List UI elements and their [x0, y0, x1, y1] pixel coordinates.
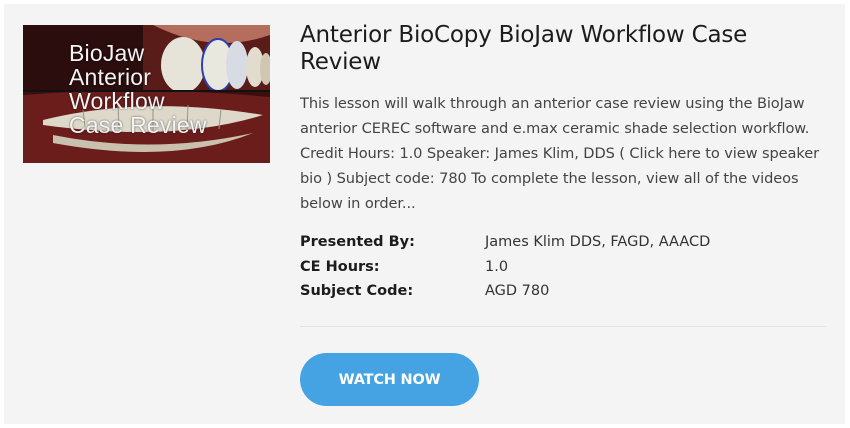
meta-value-presenter: James Klim DDS, FAGD, AAACD	[485, 234, 711, 251]
thumbnail-caption: BioJaw Anterior Workflow Case Review	[69, 40, 207, 138]
watch-now-button[interactable]: WATCH NOW	[300, 353, 479, 406]
course-card: BioJaw Anterior Workflow Case Review Ant…	[4, 4, 845, 424]
meta-label-subject-code: Subject Code:	[300, 283, 414, 300]
meta-label-presenter: Presented By:	[300, 234, 415, 251]
course-meta-table: Presented By: James Klim DDS, FAGD, AAAC…	[300, 230, 830, 304]
meta-value-ce-hours: 1.0	[485, 258, 509, 275]
course-thumbnail[interactable]: BioJaw Anterior Workflow Case Review	[23, 25, 270, 163]
meta-row-ce-hours: CE Hours: 1.0	[300, 255, 830, 280]
course-title[interactable]: Anterior BioCopy BioJaw Workflow Case Re…	[300, 22, 820, 76]
meta-row-subject-code: Subject Code: AGD 780	[300, 279, 830, 304]
divider	[300, 326, 826, 327]
meta-row-presenter: Presented By: James Klim DDS, FAGD, AAAC…	[300, 230, 830, 255]
meta-value-subject-code: AGD 780	[485, 283, 550, 300]
course-description: This lesson will walk through an anterio…	[300, 95, 819, 212]
meta-label-ce-hours: CE Hours:	[300, 258, 380, 275]
